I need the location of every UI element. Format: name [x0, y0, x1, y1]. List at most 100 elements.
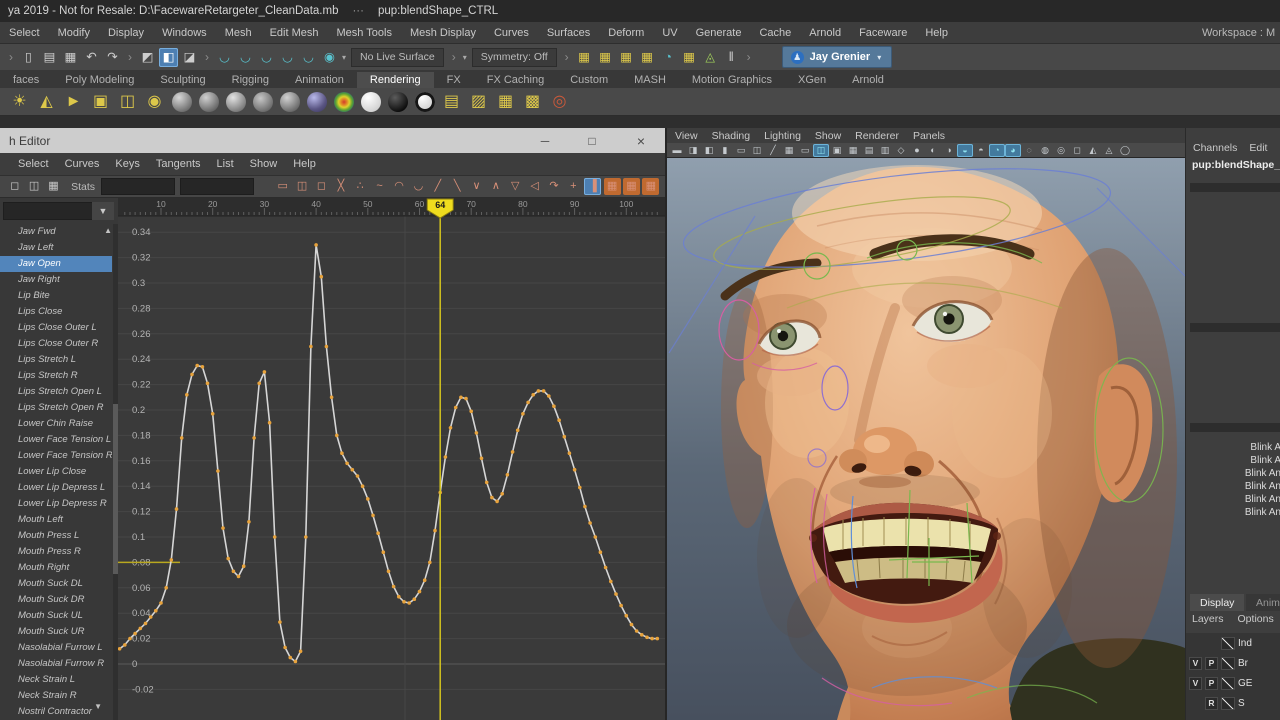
window-titlebar[interactable]: ya 2019 - Not for Resale: D:\FacewareRet… — [0, 0, 1280, 22]
menu-item-edit[interactable]: Edit — [1249, 142, 1267, 154]
joints-xray-icon[interactable]: ◭ — [1085, 144, 1101, 157]
gate-mask-icon[interactable]: ▣ — [829, 144, 845, 157]
snap-options-caret-icon[interactable]: ▾ — [342, 53, 346, 62]
channel-box-section-bar[interactable] — [1190, 423, 1280, 432]
minimize-button[interactable]: ─ — [528, 128, 562, 153]
channel-item-nasolabial-furrow-l[interactable]: Nasolabial Furrow L — [0, 640, 112, 656]
live-surface-field[interactable]: No Live Surface — [351, 48, 444, 67]
render-settings-icon[interactable]: ▦ — [680, 48, 699, 67]
layer-visibility-toggle[interactable] — [1189, 697, 1202, 710]
layered-texture-icon[interactable]: ▩ — [521, 90, 545, 114]
select-component-icon[interactable]: ◪ — [180, 48, 199, 67]
view-roll-icon[interactable]: ◨ — [685, 144, 701, 157]
channel-item-mouth-press-l[interactable]: Mouth Press L — [0, 528, 112, 544]
menu-item-deform[interactable]: Deform — [599, 27, 653, 39]
screen-space-ao-icon[interactable]: ◔ — [989, 144, 1005, 157]
menu-item-show[interactable]: Show — [815, 130, 849, 142]
image-plane-icon[interactable]: ▭ — [733, 144, 749, 157]
black-surface-shader-icon[interactable] — [388, 92, 408, 112]
2d-pan-zoom-icon[interactable]: ◫ — [749, 144, 765, 157]
menu-item-keys[interactable]: Keys — [107, 158, 147, 170]
bookmark-icon[interactable]: ▮ — [717, 144, 733, 157]
absolute-view-icon[interactable]: ▐ — [584, 178, 601, 195]
close-button[interactable]: × — [624, 128, 658, 153]
channel-item-mouth-suck-dl[interactable]: Mouth Suck DL — [0, 576, 112, 592]
shelf-tab-poly-modeling[interactable]: Poly Modeling — [52, 72, 147, 88]
lattice-deform-keys-icon[interactable]: ▦ — [45, 178, 62, 195]
snap-keys-icon[interactable]: ▦ — [642, 178, 659, 195]
anisotropic-material-icon[interactable] — [199, 92, 219, 112]
channel-item-jaw-fwd[interactable]: Jaw Fwd — [0, 224, 112, 240]
volume-light-icon[interactable]: ◫ — [116, 90, 140, 114]
isolate-select-icon[interactable]: ◎ — [1053, 144, 1069, 157]
channel-item-lips-stretch-l[interactable]: Lips Stretch L — [0, 352, 112, 368]
buffer-curve-snapshot-icon[interactable]: ◫ — [294, 178, 311, 195]
channel-item-jaw-right[interactable]: Jaw Right — [0, 272, 112, 288]
menu-item-shading[interactable]: Shading — [712, 130, 759, 142]
symmetry-caret-icon[interactable]: ▾ — [463, 53, 467, 62]
film-gate-icon[interactable]: ▭ — [797, 144, 813, 157]
layer-ramp-icon[interactable] — [1221, 637, 1235, 650]
channel-attribute[interactable]: Blink A — [1180, 441, 1280, 454]
resolution-gate-icon[interactable]: ◫ — [813, 144, 829, 157]
viewport-renderer-icon[interactable]: ◯ — [1117, 144, 1133, 157]
menu-item-select[interactable]: Select — [10, 158, 57, 170]
surface-shader-icon[interactable] — [361, 92, 381, 112]
paint-effects-icon[interactable]: ◬ — [701, 48, 720, 67]
shelf-tab-rigging[interactable]: Rigging — [219, 72, 282, 88]
layer-ramp-icon[interactable] — [1221, 657, 1235, 670]
menu-item-curves[interactable]: Curves — [485, 27, 538, 39]
safe-action-icon[interactable]: ▤ — [861, 144, 877, 157]
snap-to-view-plane-icon[interactable]: ◡ — [299, 48, 318, 67]
time-snap-icon[interactable]: ▦ — [604, 178, 621, 195]
motion-blur-icon[interactable]: ◕ — [1005, 144, 1021, 157]
ipr-render-icon[interactable]: ◔ — [659, 48, 678, 67]
output-connections-icon[interactable]: ▦ — [596, 48, 615, 67]
menu-item-cache[interactable]: Cache — [750, 27, 800, 39]
menu-item-help[interactable]: Help — [916, 27, 957, 39]
menu-item-edit-mesh[interactable]: Edit Mesh — [261, 27, 328, 39]
display-layer-row[interactable]: VPGE — [1186, 673, 1280, 693]
menu-item-tangents[interactable]: Tangents — [148, 158, 209, 170]
value-snap-icon[interactable]: ▦ — [623, 178, 640, 195]
grid-icon[interactable]: ▦ — [781, 144, 797, 157]
channel-box-section-bar[interactable] — [1190, 183, 1280, 192]
blinn-material-icon[interactable] — [226, 92, 246, 112]
layer-visibility-toggle[interactable] — [1189, 637, 1202, 650]
shelf-tab-mash[interactable]: MASH — [621, 72, 679, 88]
display-layer-row[interactable]: RS — [1186, 693, 1280, 713]
layer-playback-toggle[interactable]: P — [1205, 657, 1218, 670]
move-nearest-key-icon[interactable]: ◻ — [6, 178, 23, 195]
new-scene-icon[interactable]: ▯ — [19, 48, 38, 67]
workspace-selector[interactable]: Workspace : M — [1202, 22, 1280, 44]
layer-ramp-icon[interactable] — [1221, 697, 1235, 710]
pause-icon[interactable]: ‖ — [722, 48, 741, 67]
channel-box-object-name[interactable]: pup:blendShape_CT — [1192, 159, 1280, 171]
channel-item-lips-stretch-open-r[interactable]: Lips Stretch Open R — [0, 400, 112, 416]
shading-map-icon[interactable]: ▤ — [440, 90, 464, 114]
menu-item-arnold[interactable]: Arnold — [800, 27, 850, 39]
menu-item-generate[interactable]: Generate — [687, 27, 751, 39]
menu-item-uv[interactable]: UV — [653, 27, 686, 39]
shelf-tab-motion-graphics[interactable]: Motion Graphics — [679, 72, 785, 88]
ramp-shader-icon[interactable] — [334, 92, 354, 112]
channel-attribute[interactable]: Blink An — [1180, 506, 1280, 519]
filter-dropdown-icon[interactable]: ▼ — [92, 202, 114, 220]
free-tangent-weight-icon[interactable]: ▽ — [507, 178, 524, 195]
save-scene-icon[interactable]: ▦ — [61, 48, 80, 67]
channel-item-mouth-suck-ur[interactable]: Mouth Suck UR — [0, 624, 112, 640]
menu-item-help[interactable]: Help — [285, 158, 324, 170]
display-layer-row[interactable]: VPBr — [1186, 653, 1280, 673]
snap-to-point-icon[interactable]: ◡ — [257, 48, 276, 67]
menu-item-windows[interactable]: Windows — [153, 27, 216, 39]
menu-item-show[interactable]: Show — [242, 158, 286, 170]
channel-item-lower-chin-raise[interactable]: Lower Chin Raise — [0, 416, 112, 432]
tab-anim[interactable]: Anim — [1246, 594, 1280, 611]
select-hierarchy-icon[interactable]: ◩ — [138, 48, 157, 67]
shelf-tab-sculpting[interactable]: Sculpting — [147, 72, 218, 88]
input-connections-icon[interactable]: ▦ — [575, 48, 594, 67]
channel-item-jaw-open[interactable]: Jaw Open — [0, 256, 112, 272]
insert-keys-icon[interactable]: ◫ — [26, 178, 43, 195]
shelf-tab-faces[interactable]: faces — [0, 72, 52, 88]
menu-item-layers[interactable]: Layers — [1192, 613, 1224, 625]
